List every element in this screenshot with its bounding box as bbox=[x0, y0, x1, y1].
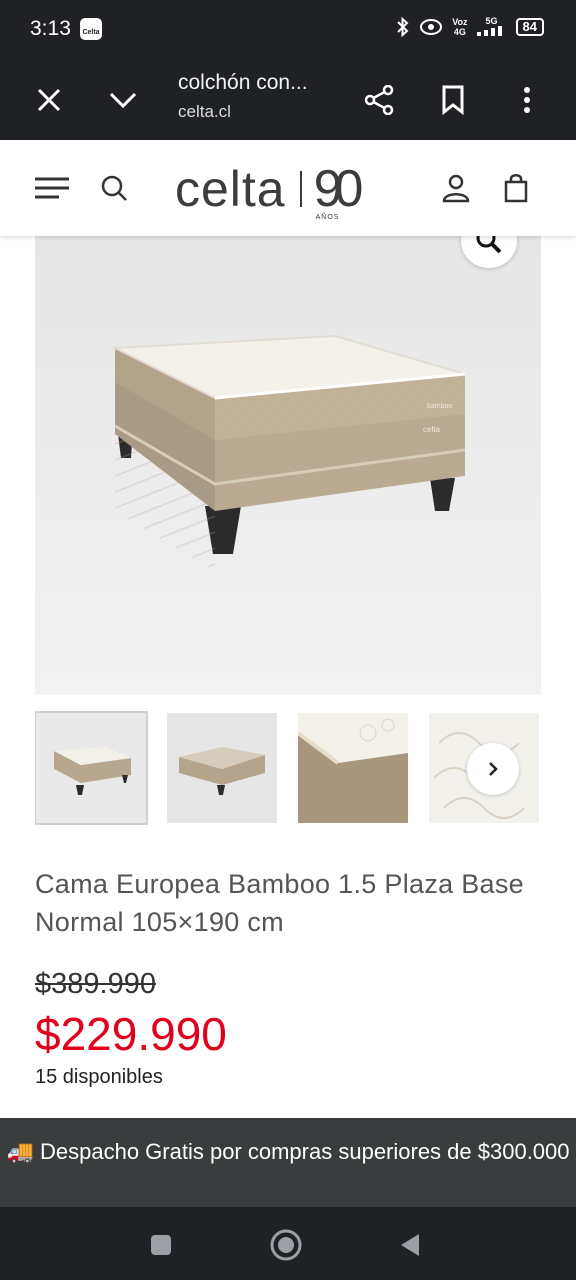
search-icon[interactable] bbox=[92, 166, 136, 210]
signal-icon bbox=[476, 26, 502, 36]
network-bottom: 4G bbox=[453, 27, 466, 37]
free-shipping-banner: 🚚 Despacho Gratis por compras superiores… bbox=[0, 1118, 576, 1207]
battery-indicator: 84 bbox=[515, 18, 544, 36]
thumbnail-3[interactable] bbox=[298, 713, 408, 823]
network-type: Voz 4G bbox=[452, 17, 467, 37]
celta-logo[interactable]: celta 90 AÑOS bbox=[175, 154, 364, 224]
back-button[interactable] bbox=[390, 1225, 430, 1265]
product-title: Cama Europea Bamboo 1.5 Plaza Base Norma… bbox=[35, 869, 524, 937]
home-icon bbox=[270, 1229, 302, 1261]
status-indicators: Voz 4G 5G 84 bbox=[396, 16, 544, 38]
current-price: $229.990 bbox=[35, 1008, 227, 1060]
old-price: $389.990 bbox=[35, 968, 156, 1000]
bookmark-icon[interactable] bbox=[431, 78, 475, 122]
close-icon[interactable] bbox=[27, 78, 71, 122]
truck-icon: 🚚 bbox=[6, 1139, 34, 1164]
image-maker-label: celta bbox=[423, 425, 440, 434]
url-bar[interactable]: colchón con... celta.cl bbox=[178, 71, 338, 122]
chevron-down-icon[interactable] bbox=[101, 78, 145, 122]
more-vert-icon[interactable] bbox=[505, 78, 549, 122]
share-icon[interactable] bbox=[357, 78, 401, 122]
thumbnail-strip bbox=[35, 711, 541, 826]
browser-toolbar: colchón con... celta.cl bbox=[0, 58, 576, 140]
page-title: colchón con... bbox=[178, 71, 308, 94]
thumbnail-2[interactable] bbox=[167, 713, 277, 823]
recents-button[interactable] bbox=[141, 1225, 181, 1265]
image-brand-label: bamboo bbox=[427, 403, 452, 410]
menu-icon[interactable] bbox=[30, 166, 74, 210]
home-button[interactable] bbox=[266, 1225, 306, 1265]
hotspot-icon bbox=[420, 19, 443, 35]
logo-divider bbox=[299, 171, 302, 207]
logo-anniversary: 90 AÑOS bbox=[313, 159, 364, 221]
page-domain: celta.cl bbox=[178, 102, 231, 121]
shipping-text: Despacho Gratis por compras superiores d… bbox=[40, 1139, 570, 1164]
status-bar: 3:13 Celta Voz 4G 5G 84 bbox=[0, 0, 576, 58]
recents-icon bbox=[151, 1235, 171, 1255]
chevron-right-icon bbox=[489, 762, 498, 776]
site-header: celta 90 AÑOS bbox=[0, 140, 576, 236]
user-icon[interactable] bbox=[434, 166, 478, 210]
back-icon bbox=[401, 1234, 419, 1256]
product-main-image[interactable]: bamboo celta bbox=[35, 236, 541, 695]
thumbnail-next-button[interactable] bbox=[467, 743, 519, 795]
logo-anos: AÑOS bbox=[315, 214, 340, 221]
network-top: Voz bbox=[452, 17, 468, 27]
signal-indicator: 5G bbox=[476, 16, 507, 38]
cart-icon[interactable] bbox=[494, 166, 538, 210]
stock-availability: 15 disponibles bbox=[35, 1066, 163, 1088]
app-notification-icon: Celta bbox=[80, 18, 102, 40]
system-nav-bar bbox=[0, 1207, 576, 1280]
logo-anniversary-number: 90 bbox=[313, 160, 364, 218]
status-time: 3:13 bbox=[30, 17, 71, 40]
logo-text: celta bbox=[175, 161, 286, 217]
thumbnail-1[interactable] bbox=[35, 711, 148, 825]
bluetooth-icon bbox=[397, 17, 409, 37]
signal-label: 5G bbox=[485, 16, 498, 26]
